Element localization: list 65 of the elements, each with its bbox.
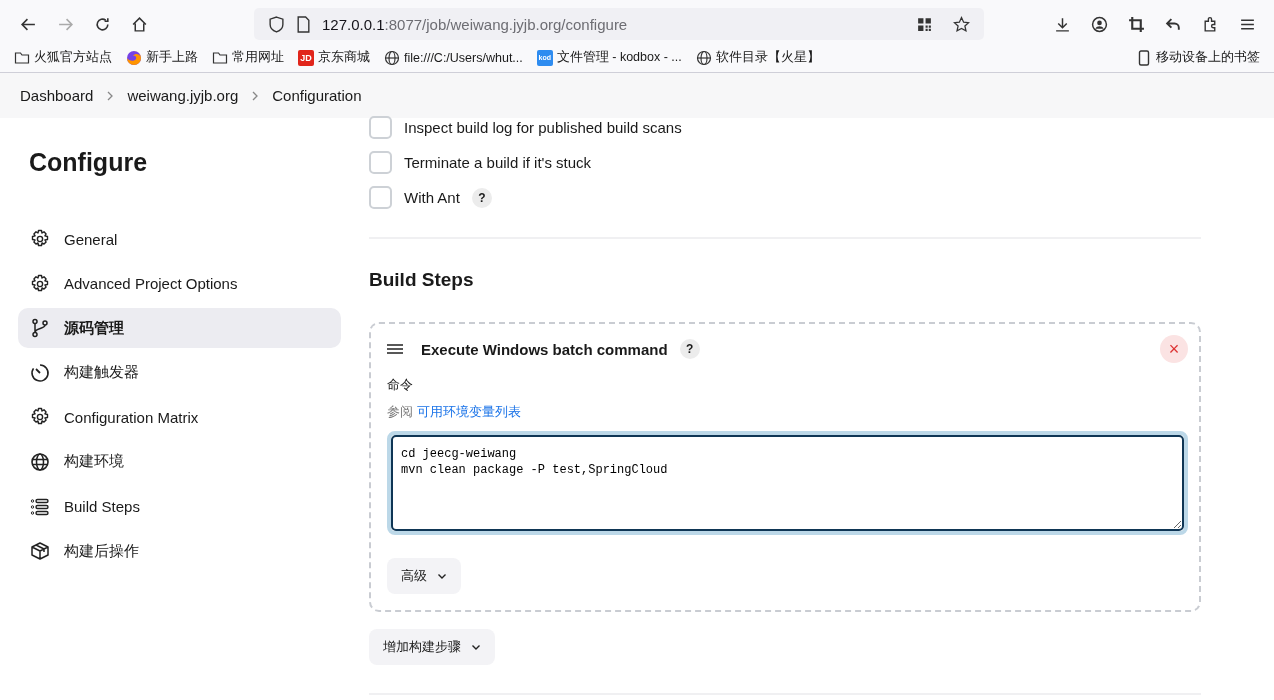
download-icon[interactable] <box>1054 15 1071 33</box>
shield-icon[interactable] <box>268 15 285 33</box>
qr-code-icon[interactable] <box>916 15 933 33</box>
globe-icon <box>695 49 712 66</box>
mobile-bookmarks[interactable]: 移动设备上的书签 <box>1136 49 1260 66</box>
url-host: 127.0.0.1 <box>322 15 385 33</box>
globe-icon <box>30 451 50 472</box>
add-step-button[interactable]: 增加构建步骤 <box>369 629 495 665</box>
sidebar-item[interactable]: Build Steps <box>18 486 341 527</box>
gear-icon <box>30 229 50 249</box>
url-path: :8077/job/weiwang.jyjb.org/configure <box>384 15 628 33</box>
section-title: Build Steps <box>369 269 475 291</box>
gear-icon <box>30 273 50 294</box>
reload-icon[interactable] <box>94 15 111 33</box>
option-label: Inspect build log for published build scans <box>404 119 682 136</box>
help-button[interactable]: ? <box>471 187 492 208</box>
option-label: With Ant <box>404 189 460 206</box>
crop-icon[interactable] <box>1128 15 1145 33</box>
sidebar-item[interactable]: 构建环境 <box>18 441 341 482</box>
bookmark-item[interactable]: file:///C:/Users/whut... <box>384 49 523 66</box>
caret-icon <box>437 571 447 581</box>
account-icon[interactable] <box>1091 15 1108 33</box>
command-field[interactable]: cd jeecg-weiwang mvn clean package -P test,SpringCloud <box>391 435 1184 531</box>
breadcrumb-link[interactable]: weiwang.jyjb.org <box>127 87 239 104</box>
checkbox[interactable] <box>369 151 392 174</box>
list-icon <box>30 496 50 517</box>
caret-icon <box>471 642 481 652</box>
package-icon <box>30 541 50 562</box>
address-bar[interactable]: 127.0.0.1:8077/job/weiwang.jyjb.org/configure <box>254 8 984 40</box>
sidebar-item[interactable]: Configuration Matrix <box>18 397 341 438</box>
page-title: Configure <box>29 148 149 177</box>
folder-icon <box>14 49 30 66</box>
home-icon[interactable] <box>131 15 148 33</box>
sidebar-item[interactable]: 源码管理 <box>18 308 341 349</box>
env-vars-link[interactable]: 可用环境变量列表 <box>416 404 521 419</box>
star-icon[interactable] <box>953 15 970 33</box>
checkbox[interactable] <box>369 116 392 139</box>
option-label: Terminate a build if it's stuck <box>404 154 592 171</box>
phone-icon <box>1136 49 1152 66</box>
sidebar-item[interactable]: General <box>18 219 341 259</box>
page-icon <box>295 15 312 33</box>
breadcrumb-link[interactable]: Configuration <box>272 87 362 104</box>
sidebar-item[interactable]: Advanced Project Options <box>18 263 341 304</box>
help-button[interactable]: ? <box>679 339 700 359</box>
sidebar-item[interactable]: 构建后操作 <box>18 531 341 572</box>
globe-icon <box>384 49 400 66</box>
branch-icon <box>30 318 50 339</box>
sidebar-item[interactable]: 构建触发器 <box>18 352 341 393</box>
field-label: 命令 <box>387 376 414 394</box>
timer-icon <box>30 362 50 383</box>
close-button[interactable]: × <box>1160 335 1188 363</box>
bookmark-item[interactable]: JD 京东商城 <box>298 49 370 66</box>
bookmark-item[interactable]: 常用网址 <box>212 49 284 66</box>
bookmark-item[interactable]: 软件目录【火星】 <box>695 49 820 66</box>
breadcrumb-link[interactable]: Dashboard <box>20 87 94 104</box>
folder-icon <box>212 49 228 66</box>
advanced-button[interactable]: 高级 <box>387 558 461 594</box>
fox-globe-icon <box>126 49 142 66</box>
step-title: Execute Windows batch command <box>421 340 668 358</box>
drag-handle-icon[interactable] <box>387 343 403 355</box>
checkbox[interactable] <box>369 186 392 209</box>
bookmark-item[interactable]: 火狐官方站点 <box>14 49 112 66</box>
store-logo: JD <box>298 49 314 66</box>
hint-text: 参阅 <box>387 404 413 419</box>
bookmark-item[interactable]: 新手上路 <box>126 49 198 66</box>
